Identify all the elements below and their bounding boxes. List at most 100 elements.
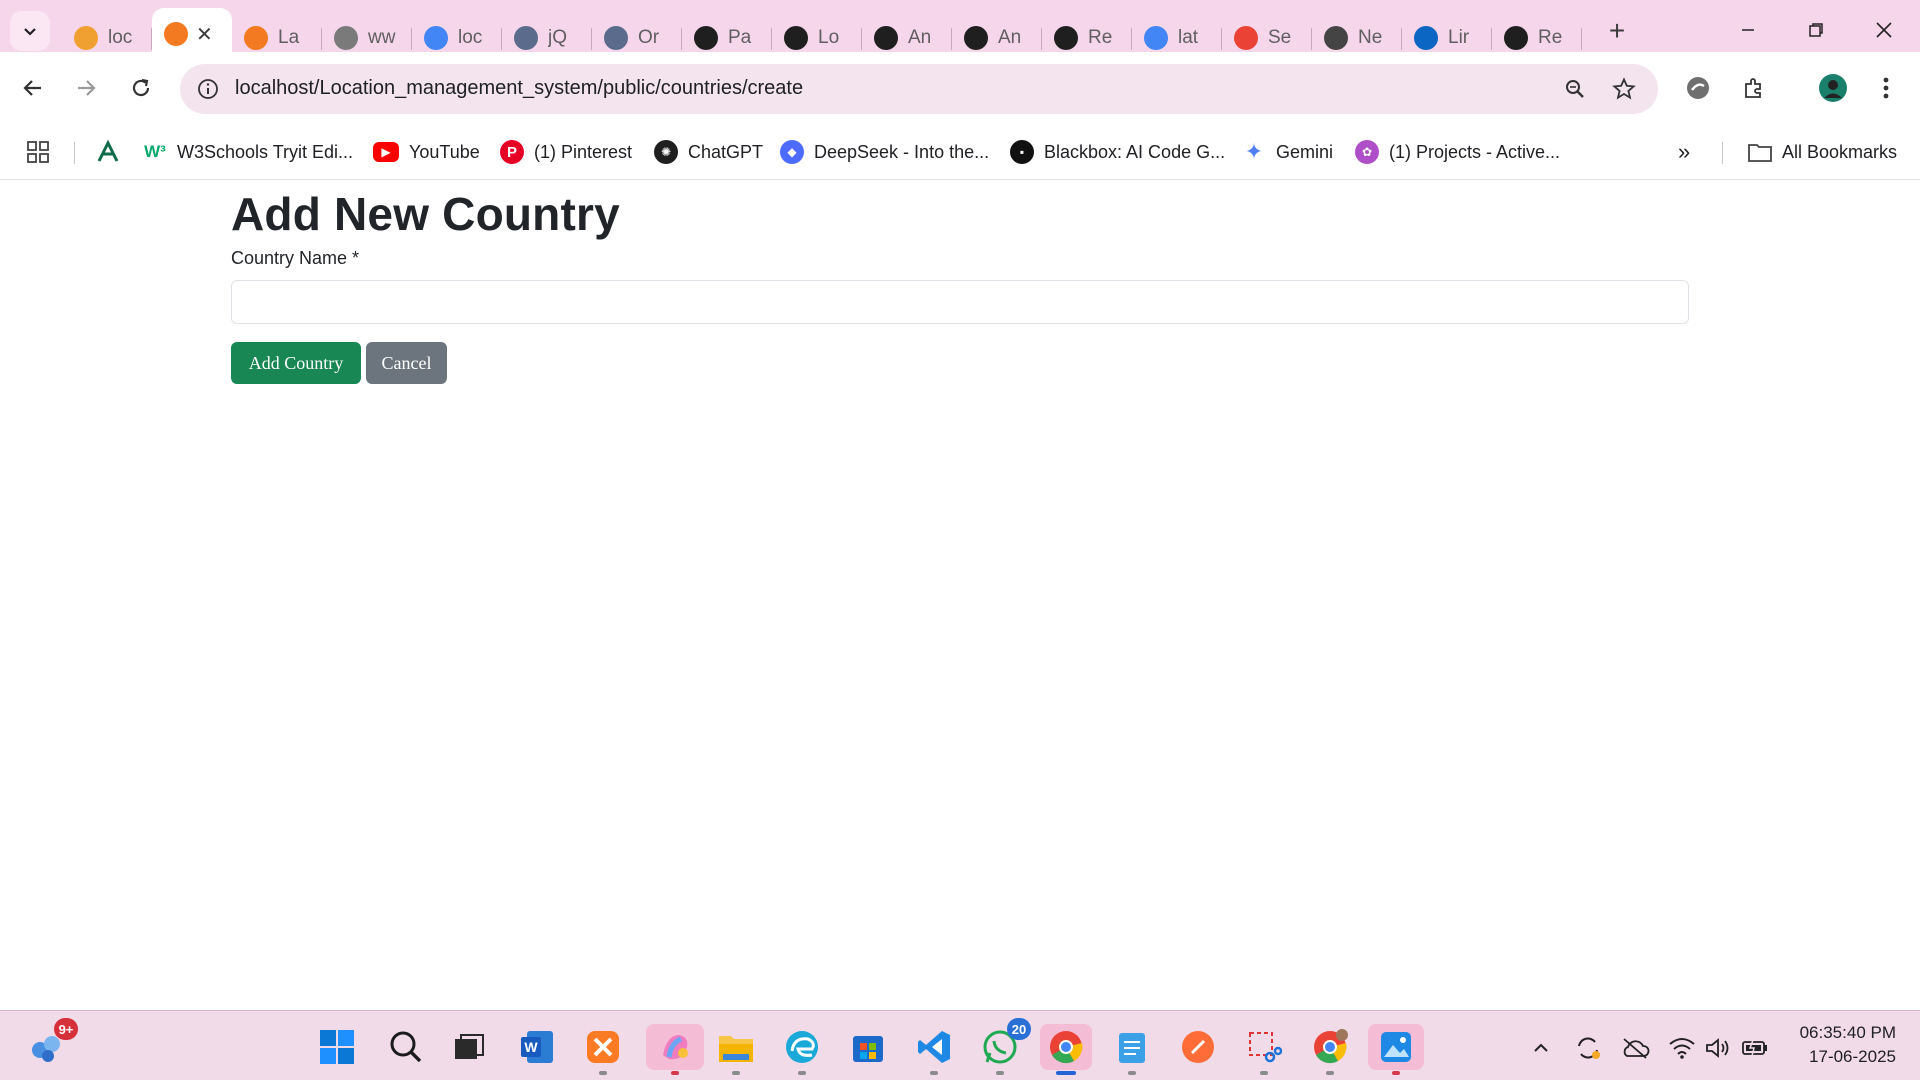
linkedin-icon <box>1414 26 1438 50</box>
system-clock[interactable]: 06:35:40 PM 17-06-2025 <box>1776 1021 1896 1069</box>
extensions-icon[interactable] <box>1734 68 1774 108</box>
tab-title: Or <box>638 27 660 48</box>
tab-title: ww <box>368 27 396 48</box>
arrow-left-icon <box>23 80 41 96</box>
bookmark-separator <box>1722 142 1723 164</box>
postman-icon <box>1182 1031 1214 1063</box>
taskbar-vscode[interactable] <box>911 1024 957 1075</box>
whatsapp-badge: 20 <box>1007 1018 1031 1040</box>
url-text[interactable]: localhost/Location_management_system/pub… <box>235 77 803 100</box>
search-icon <box>390 1031 422 1063</box>
chevron-up-icon <box>1534 1043 1548 1052</box>
menu-kebab-icon[interactable] <box>1866 68 1906 108</box>
bookmark-label: ChatGPT <box>688 141 764 162</box>
sync-status[interactable] <box>1573 1033 1603 1063</box>
taskbar-chrome-profile[interactable] <box>1307 1024 1353 1075</box>
tab-title: lat <box>1178 27 1199 48</box>
bookmark-label: Blackbox: AI Code G... <box>1044 141 1226 162</box>
photos-icon <box>1381 1032 1411 1062</box>
word-icon: W <box>521 1031 553 1063</box>
running-indicator <box>1128 1071 1136 1075</box>
store-icon <box>853 1036 883 1062</box>
taskbar-postman[interactable] <box>1175 1024 1221 1070</box>
profile-avatar[interactable] <box>1813 68 1853 108</box>
tab-title: Lir <box>1448 27 1470 48</box>
all-bookmarks-label: All Bookmarks <box>1782 141 1898 162</box>
bookmark-chatgpt[interactable]: ✺ ChatGPT <box>654 138 763 166</box>
clock-date: 17-06-2025 <box>1809 1047 1896 1066</box>
show-hidden-icons[interactable] <box>1526 1033 1556 1063</box>
bookmark-w3schools[interactable]: W³ W3Schools Tryit Edi... <box>143 138 353 166</box>
tab-title: Lo <box>818 27 840 48</box>
windows-logo-icon <box>320 1030 354 1064</box>
country-name-input[interactable] <box>231 280 1689 324</box>
bookmark-label: W3Schools Tryit Edi... <box>177 141 354 162</box>
country-name-label: Country Name * <box>231 248 360 268</box>
running-indicator <box>996 1071 1004 1075</box>
apps-icon[interactable] <box>26 138 50 166</box>
tab-title: loc <box>108 27 133 48</box>
add-country-button[interactable]: Add Country <box>231 342 361 384</box>
taskbar-edge[interactable] <box>779 1024 825 1075</box>
google-icon <box>1144 26 1168 50</box>
tab-title: Se <box>1268 27 1292 48</box>
folder-icon <box>719 1036 753 1062</box>
close-tab-icon[interactable]: ✕ <box>196 22 213 47</box>
more-bookmarks-button[interactable]: » <box>1678 138 1690 166</box>
volume-control[interactable] <box>1703 1033 1733 1063</box>
task-view-button[interactable] <box>446 1024 492 1070</box>
back-button[interactable] <box>13 68 53 108</box>
tab-title: An <box>908 27 932 48</box>
taskbar-xampp[interactable] <box>580 1024 626 1075</box>
tab-title: Re <box>1088 27 1113 48</box>
vpn-extension-icon[interactable] <box>1678 68 1718 108</box>
site-info-icon[interactable] <box>194 75 222 103</box>
bookmark-youtube[interactable]: ▶ YouTube <box>373 138 480 166</box>
chevron-double-right-icon: » <box>1678 139 1691 164</box>
github-icon <box>964 26 988 50</box>
bookmark-label: Gemini <box>1276 141 1334 162</box>
onedrive-status[interactable] <box>1620 1033 1650 1063</box>
chevron-down-icon <box>24 28 36 36</box>
taskbar-chrome[interactable] <box>1040 1024 1092 1075</box>
taskbar-copilot[interactable] <box>646 1024 704 1075</box>
bookmark-projects[interactable]: ✿ (1) Projects - Active... <box>1355 138 1560 166</box>
bookmark-gemini[interactable]: ✦ Gemini <box>1242 138 1333 166</box>
address-bar[interactable]: localhost/Location_management_system/pub… <box>180 64 1658 114</box>
taskbar-file-explorer[interactable] <box>713 1024 759 1075</box>
widgets-button[interactable]: 9+ <box>24 1018 78 1070</box>
minimize-button[interactable] <box>1714 0 1782 60</box>
battery-status[interactable] <box>1740 1033 1770 1063</box>
minimize-icon <box>1742 29 1754 31</box>
taskbar-whatsapp[interactable]: 20 <box>977 1018 1031 1075</box>
cancel-button[interactable]: Cancel <box>366 342 447 384</box>
new-tab-button[interactable]: + <box>1600 14 1634 48</box>
taskbar-notepad[interactable] <box>1109 1024 1155 1075</box>
start-button[interactable] <box>314 1024 360 1070</box>
taskbar-store[interactable] <box>845 1024 891 1070</box>
all-bookmarks-button[interactable]: All Bookmarks <box>1748 138 1897 166</box>
restore-icon <box>1809 23 1823 37</box>
youtube-icon: ▶ <box>373 142 399 162</box>
windows-taskbar: 9+ W 20 06:35:40 PM 17-06-2025 <box>0 1010 1920 1080</box>
tab-search-button[interactable] <box>10 11 50 51</box>
forward-button[interactable] <box>66 68 106 108</box>
taskbar-snipping-tool[interactable] <box>1241 1024 1287 1075</box>
close-window-button[interactable] <box>1850 0 1918 60</box>
a-logo-icon[interactable] <box>96 138 120 166</box>
zoom-icon[interactable] <box>1561 75 1589 103</box>
taskbar-photos[interactable] <box>1368 1024 1424 1075</box>
reload-icon <box>132 78 150 97</box>
cloud-off-icon <box>1623 1038 1650 1059</box>
star-icon[interactable] <box>1610 75 1638 103</box>
reload-button[interactable] <box>121 68 161 108</box>
taskbar-word[interactable]: W <box>514 1024 560 1070</box>
wifi-status[interactable] <box>1667 1033 1697 1063</box>
restore-button[interactable] <box>1782 0 1850 60</box>
bookmark-pinterest[interactable]: P (1) Pinterest <box>500 138 632 166</box>
sync-icon <box>1578 1037 1600 1059</box>
search-button[interactable] <box>383 1024 429 1070</box>
bookmark-deepseek[interactable]: ◆ DeepSeek - Into the... <box>780 138 989 166</box>
bookmark-blackbox[interactable]: ▪ Blackbox: AI Code G... <box>1010 138 1225 166</box>
arrow-right-icon <box>78 80 96 96</box>
